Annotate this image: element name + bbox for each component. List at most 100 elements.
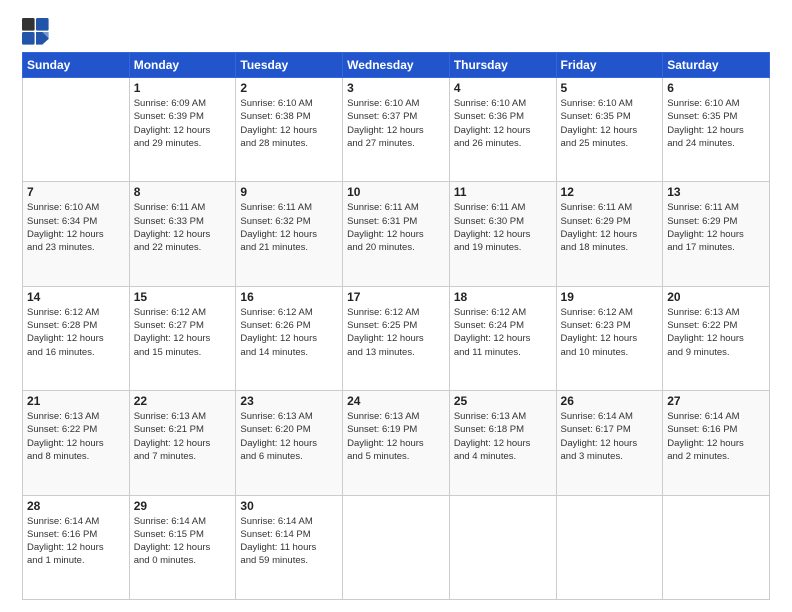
day-cell: 10 Sunrise: 6:11 AM Sunset: 6:31 PM Dayli…	[343, 182, 450, 286]
day-number: 3	[347, 81, 445, 95]
day-number: 27	[667, 394, 765, 408]
day-number: 6	[667, 81, 765, 95]
day-number: 24	[347, 394, 445, 408]
day-cell: 17 Sunrise: 6:12 AM Sunset: 6:25 PM Dayli…	[343, 286, 450, 390]
day-number: 12	[561, 185, 659, 199]
day-info: Sunrise: 6:12 AM Sunset: 6:27 PM Dayligh…	[134, 306, 232, 359]
day-cell: 27 Sunrise: 6:14 AM Sunset: 6:16 PM Dayli…	[663, 391, 770, 495]
day-number: 28	[27, 499, 125, 513]
day-cell: 9 Sunrise: 6:11 AM Sunset: 6:32 PM Daylig…	[236, 182, 343, 286]
weekday-header-tuesday: Tuesday	[236, 53, 343, 78]
day-cell	[556, 495, 663, 599]
day-number: 25	[454, 394, 552, 408]
week-row-1: 1Sunrise: 6:09 AM Sunset: 6:39 PM Daylig…	[23, 78, 770, 182]
day-info: Sunrise: 6:12 AM Sunset: 6:23 PM Dayligh…	[561, 306, 659, 359]
day-info: Sunrise: 6:13 AM Sunset: 6:22 PM Dayligh…	[27, 410, 125, 463]
day-number: 4	[454, 81, 552, 95]
day-info: Sunrise: 6:10 AM Sunset: 6:34 PM Dayligh…	[27, 201, 125, 254]
day-cell: 23 Sunrise: 6:13 AM Sunset: 6:20 PM Dayli…	[236, 391, 343, 495]
day-cell: 12Sunrise: 6:11 AM Sunset: 6:29 PM Dayli…	[556, 182, 663, 286]
day-number: 8	[134, 185, 232, 199]
day-info: Sunrise: 6:14 AM Sunset: 6:16 PM Dayligh…	[667, 410, 765, 463]
weekday-header-thursday: Thursday	[449, 53, 556, 78]
day-cell: 20 Sunrise: 6:13 AM Sunset: 6:22 PM Dayli…	[663, 286, 770, 390]
day-cell: 1Sunrise: 6:09 AM Sunset: 6:39 PM Daylig…	[129, 78, 236, 182]
day-number: 18	[454, 290, 552, 304]
day-cell: 30 Sunrise: 6:14 AM Sunset: 6:14 PM Dayli…	[236, 495, 343, 599]
day-number: 7	[27, 185, 125, 199]
day-cell: 8 Sunrise: 6:11 AM Sunset: 6:33 PM Daylig…	[129, 182, 236, 286]
day-info: Sunrise: 6:12 AM Sunset: 6:25 PM Dayligh…	[347, 306, 445, 359]
day-info: Sunrise: 6:12 AM Sunset: 6:26 PM Dayligh…	[240, 306, 338, 359]
day-number: 13	[667, 185, 765, 199]
day-info: Sunrise: 6:11 AM Sunset: 6:29 PM Dayligh…	[667, 201, 765, 254]
week-row-5: 28 Sunrise: 6:14 AM Sunset: 6:16 PM Dayli…	[23, 495, 770, 599]
day-number: 2	[240, 81, 338, 95]
day-cell: 28 Sunrise: 6:14 AM Sunset: 6:16 PM Dayli…	[23, 495, 130, 599]
day-cell: 16Sunrise: 6:12 AM Sunset: 6:26 PM Dayli…	[236, 286, 343, 390]
calendar-table: SundayMondayTuesdayWednesdayThursdayFrid…	[22, 52, 770, 600]
day-info: Sunrise: 6:13 AM Sunset: 6:18 PM Dayligh…	[454, 410, 552, 463]
day-info: Sunrise: 6:13 AM Sunset: 6:20 PM Dayligh…	[240, 410, 338, 463]
day-info: Sunrise: 6:10 AM Sunset: 6:38 PM Dayligh…	[240, 97, 338, 150]
day-number: 1	[134, 81, 232, 95]
day-cell: 3Sunrise: 6:10 AM Sunset: 6:37 PM Daylig…	[343, 78, 450, 182]
day-info: Sunrise: 6:13 AM Sunset: 6:21 PM Dayligh…	[134, 410, 232, 463]
day-info: Sunrise: 6:14 AM Sunset: 6:14 PM Dayligh…	[240, 515, 338, 568]
day-cell: 7 Sunrise: 6:10 AM Sunset: 6:34 PM Daylig…	[23, 182, 130, 286]
day-cell: 4 Sunrise: 6:10 AM Sunset: 6:36 PM Daylig…	[449, 78, 556, 182]
day-number: 23	[240, 394, 338, 408]
day-cell: 19 Sunrise: 6:12 AM Sunset: 6:23 PM Dayli…	[556, 286, 663, 390]
day-cell: 14 Sunrise: 6:12 AM Sunset: 6:28 PM Dayli…	[23, 286, 130, 390]
day-info: Sunrise: 6:14 AM Sunset: 6:17 PM Dayligh…	[561, 410, 659, 463]
day-cell: 22 Sunrise: 6:13 AM Sunset: 6:21 PM Dayli…	[129, 391, 236, 495]
weekday-header-saturday: Saturday	[663, 53, 770, 78]
day-info: Sunrise: 6:11 AM Sunset: 6:31 PM Dayligh…	[347, 201, 445, 254]
day-info: Sunrise: 6:13 AM Sunset: 6:22 PM Dayligh…	[667, 306, 765, 359]
day-cell: 13 Sunrise: 6:11 AM Sunset: 6:29 PM Dayli…	[663, 182, 770, 286]
day-number: 30	[240, 499, 338, 513]
day-number: 10	[347, 185, 445, 199]
day-number: 17	[347, 290, 445, 304]
day-number: 9	[240, 185, 338, 199]
day-info: Sunrise: 6:14 AM Sunset: 6:15 PM Dayligh…	[134, 515, 232, 568]
weekday-header-sunday: Sunday	[23, 53, 130, 78]
day-info: Sunrise: 6:12 AM Sunset: 6:28 PM Dayligh…	[27, 306, 125, 359]
day-number: 15	[134, 290, 232, 304]
day-number: 11	[454, 185, 552, 199]
week-row-3: 14 Sunrise: 6:12 AM Sunset: 6:28 PM Dayli…	[23, 286, 770, 390]
week-row-4: 21 Sunrise: 6:13 AM Sunset: 6:22 PM Dayli…	[23, 391, 770, 495]
day-number: 19	[561, 290, 659, 304]
day-number: 22	[134, 394, 232, 408]
day-info: Sunrise: 6:10 AM Sunset: 6:35 PM Dayligh…	[561, 97, 659, 150]
day-number: 5	[561, 81, 659, 95]
day-cell	[663, 495, 770, 599]
day-cell: 25 Sunrise: 6:13 AM Sunset: 6:18 PM Dayli…	[449, 391, 556, 495]
day-info: Sunrise: 6:10 AM Sunset: 6:35 PM Dayligh…	[667, 97, 765, 150]
day-number: 29	[134, 499, 232, 513]
week-row-2: 7 Sunrise: 6:10 AM Sunset: 6:34 PM Daylig…	[23, 182, 770, 286]
day-cell: 24Sunrise: 6:13 AM Sunset: 6:19 PM Dayli…	[343, 391, 450, 495]
day-cell: 5 Sunrise: 6:10 AM Sunset: 6:35 PM Daylig…	[556, 78, 663, 182]
day-info: Sunrise: 6:10 AM Sunset: 6:36 PM Dayligh…	[454, 97, 552, 150]
day-number: 20	[667, 290, 765, 304]
day-info: Sunrise: 6:12 AM Sunset: 6:24 PM Dayligh…	[454, 306, 552, 359]
logo	[22, 18, 54, 46]
day-cell: 15 Sunrise: 6:12 AM Sunset: 6:27 PM Dayli…	[129, 286, 236, 390]
day-cell: 29 Sunrise: 6:14 AM Sunset: 6:15 PM Dayli…	[129, 495, 236, 599]
day-cell: 6 Sunrise: 6:10 AM Sunset: 6:35 PM Daylig…	[663, 78, 770, 182]
day-cell: 21 Sunrise: 6:13 AM Sunset: 6:22 PM Dayli…	[23, 391, 130, 495]
weekday-header-wednesday: Wednesday	[343, 53, 450, 78]
generalblue-logo-icon	[22, 18, 50, 46]
day-cell	[449, 495, 556, 599]
day-number: 14	[27, 290, 125, 304]
day-info: Sunrise: 6:11 AM Sunset: 6:32 PM Dayligh…	[240, 201, 338, 254]
day-cell: 26Sunrise: 6:14 AM Sunset: 6:17 PM Dayli…	[556, 391, 663, 495]
weekday-header-friday: Friday	[556, 53, 663, 78]
day-info: Sunrise: 6:14 AM Sunset: 6:16 PM Dayligh…	[27, 515, 125, 568]
day-cell	[343, 495, 450, 599]
day-cell: 11Sunrise: 6:11 AM Sunset: 6:30 PM Dayli…	[449, 182, 556, 286]
day-info: Sunrise: 6:11 AM Sunset: 6:33 PM Dayligh…	[134, 201, 232, 254]
day-cell: 2 Sunrise: 6:10 AM Sunset: 6:38 PM Daylig…	[236, 78, 343, 182]
day-number: 21	[27, 394, 125, 408]
